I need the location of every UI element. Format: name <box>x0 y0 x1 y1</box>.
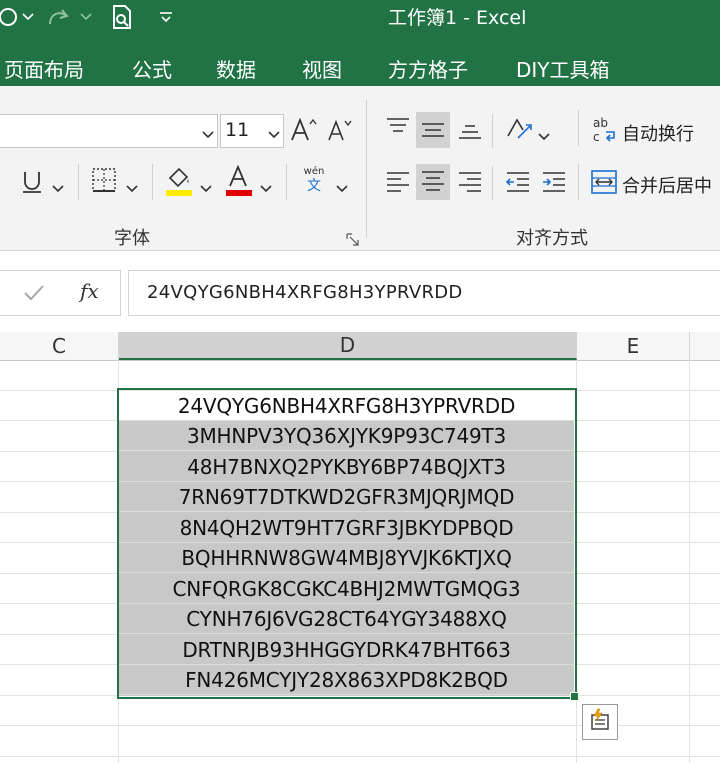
chevron-down-icon[interactable] <box>200 178 212 197</box>
align-bottom-icon[interactable] <box>456 114 484 146</box>
column-header-bar: C D E <box>0 332 720 361</box>
formula-bar-buttons: fx <box>0 270 121 316</box>
customize-toolbar-icon[interactable] <box>156 4 176 30</box>
chevron-down-icon[interactable] <box>52 178 64 197</box>
chevron-down-icon[interactable] <box>78 4 94 30</box>
underline-icon[interactable] <box>20 168 44 200</box>
font-size-value: 11 <box>225 119 250 141</box>
enter-check-icon[interactable] <box>22 283 46 307</box>
increase-font-size-icon[interactable] <box>289 114 319 150</box>
tab-formulas[interactable]: 公式 <box>132 54 172 83</box>
column-gridline <box>576 360 577 763</box>
align-center-button[interactable] <box>416 164 450 200</box>
decrease-indent-icon[interactable] <box>504 168 532 200</box>
tab-fangfang-gezi[interactable]: 方方格子 <box>388 54 468 83</box>
print-preview-icon[interactable] <box>108 4 136 30</box>
divider <box>492 166 493 200</box>
borders-icon[interactable] <box>90 166 118 198</box>
column-header-e[interactable]: E <box>577 332 690 360</box>
column-gridline <box>689 360 690 763</box>
merge-center-icon[interactable] <box>590 168 618 200</box>
cell-d[interactable]: 7RN69T7DTKWD2GFR3MJQRJMQD <box>119 482 574 512</box>
chevron-down-icon[interactable] <box>20 4 36 30</box>
window-title: 工作簿1 - Excel <box>388 7 527 29</box>
cell-d-active[interactable]: 24VQYG6NBH4XRFG8H3YPRVRDD <box>119 391 574 421</box>
ribbon-tabs: 页面布局 公式 数据 视图 方方格子 DIY工具箱 <box>0 34 720 86</box>
tab-page-layout[interactable]: 页面布局 <box>4 54 84 83</box>
divider <box>152 164 153 200</box>
svg-text:ab: ab <box>593 116 608 130</box>
svg-text:c: c <box>593 130 600 144</box>
chevron-down-icon[interactable] <box>260 178 272 197</box>
column-header-c[interactable]: C <box>0 332 119 360</box>
font-size-box[interactable]: 11 <box>220 114 284 148</box>
divider <box>78 164 79 200</box>
cell-d[interactable]: FN426MCYJY28X863XPD8K2BQD <box>119 665 574 695</box>
alignment-group-label: 对齐方式 <box>516 228 588 249</box>
cell-d[interactable]: BQHHRNW8GW4MBJ8YVJK6KTJXQ <box>119 543 574 573</box>
row-gridline <box>0 756 720 757</box>
font-color-icon[interactable] <box>224 164 254 202</box>
flash-fill-icon <box>587 707 613 737</box>
phonetic-guide-icon[interactable]: wén 文 <box>298 166 330 194</box>
ribbon: 11 wén 文 字体 ab c 自动换行 合并后居中 对齐方式 <box>0 86 720 251</box>
title-bar: 工作簿1 - Excel <box>0 0 720 34</box>
worksheet-grid[interactable]: C D E 24VQYG6NBH4XRFG8H3YPRVRDD 3MHNPV3Y… <box>0 332 720 763</box>
formula-content: 24VQYG6NBH4XRFG8H3YPRVRDD <box>147 282 463 303</box>
divider <box>578 110 579 146</box>
dialog-launcher-icon[interactable] <box>346 232 360 251</box>
redo-icon[interactable] <box>44 4 74 30</box>
align-right-icon[interactable] <box>456 168 484 200</box>
autosave-toggle-icon[interactable] <box>0 4 22 30</box>
align-left-icon[interactable] <box>384 168 412 200</box>
orientation-icon[interactable] <box>504 114 536 148</box>
cell-d[interactable]: CNFQRGK8CGKC4BHJ2MWTGMQG3 <box>119 574 574 604</box>
tab-view[interactable]: 视图 <box>302 54 342 83</box>
font-name-box[interactable] <box>0 114 218 148</box>
formula-input[interactable]: 24VQYG6NBH4XRFG8H3YPRVRDD <box>128 270 720 316</box>
column-header-d[interactable]: D <box>119 332 577 360</box>
column-header-f[interactable] <box>690 332 720 360</box>
decrease-font-size-icon[interactable] <box>326 114 354 150</box>
font-group-label: 字体 <box>114 228 150 249</box>
increase-indent-icon[interactable] <box>540 168 568 200</box>
chevron-down-icon <box>202 124 214 143</box>
cell-d[interactable]: 48H7BNXQ2PYKBY6BP74BQJXT3 <box>119 452 574 482</box>
wrap-text-icon[interactable]: ab c <box>592 114 618 148</box>
insert-function-button[interactable]: fx <box>80 279 99 303</box>
align-middle-button[interactable] <box>416 112 450 148</box>
divider <box>578 164 579 200</box>
wrap-text-button[interactable]: 自动换行 <box>622 120 694 146</box>
tab-diy-toolbox[interactable]: DIY工具箱 <box>516 54 610 83</box>
divider <box>492 114 493 148</box>
merge-center-button[interactable]: 合并后居中 <box>622 172 712 198</box>
chevron-down-icon[interactable] <box>336 178 348 197</box>
align-top-icon[interactable] <box>384 114 412 146</box>
chevron-down-icon[interactable] <box>538 126 550 145</box>
tab-data[interactable]: 数据 <box>216 54 256 83</box>
fill-handle[interactable] <box>570 692 579 701</box>
cell-d[interactable]: DRTNRJB93HHGGYDRK47BHT663 <box>119 635 574 665</box>
divider <box>286 164 287 200</box>
group-divider <box>366 100 367 238</box>
chevron-down-icon[interactable] <box>126 178 138 197</box>
formula-bar: fx 24VQYG6NBH4XRFG8H3YPRVRDD <box>0 262 720 322</box>
cell-d[interactable]: 8N4QH2WT9HT7GRF3JBKYDPBQD <box>119 513 574 543</box>
cell-d[interactable]: CYNH76J6VG28CT64YGY3488XQ <box>119 604 574 634</box>
cell-d[interactable]: 3MHNPV3YQ36XJYK9P93C749T3 <box>119 421 574 451</box>
fill-color-icon[interactable] <box>164 164 194 202</box>
chevron-down-icon <box>268 124 280 143</box>
quick-analysis-button[interactable] <box>582 704 618 740</box>
